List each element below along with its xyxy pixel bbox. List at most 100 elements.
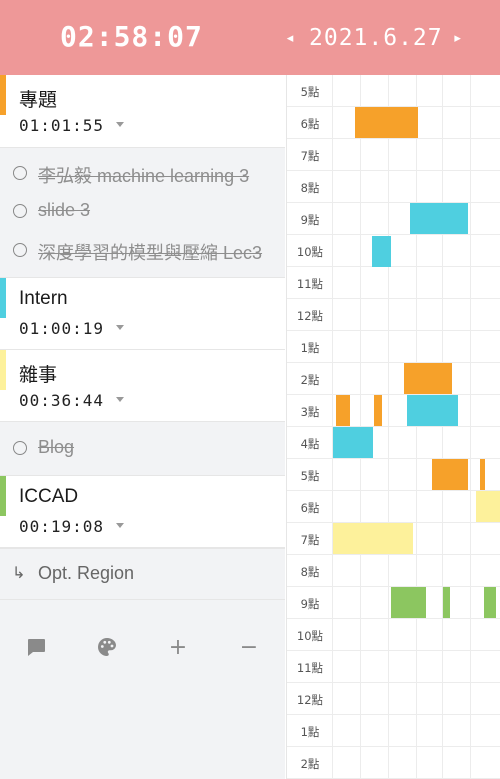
time-block[interactable] <box>391 587 426 618</box>
checkbox-circle-icon[interactable] <box>13 204 27 218</box>
hour-label: 1點 <box>300 341 320 355</box>
time-block[interactable] <box>432 459 468 490</box>
palette-icon[interactable] <box>92 632 122 662</box>
project-item-zhuanti[interactable]: 專題 01:01:55 <box>0 75 285 148</box>
task-label: Blog <box>38 437 75 457</box>
hour-label: 4點 <box>300 437 320 451</box>
hour-row: 8點 <box>287 171 500 203</box>
return-arrow-icon: ↳ <box>12 563 26 582</box>
hour-label: 7點 <box>300 149 320 163</box>
plus-icon[interactable]: + <box>163 632 193 662</box>
hour-label: 5點 <box>300 85 320 99</box>
project-name: 雜事 <box>19 365 58 386</box>
hour-row: 7點 <box>287 139 500 171</box>
time-block[interactable] <box>372 236 391 267</box>
opt-region-item[interactable]: ↳ Opt. Region <box>0 548 285 600</box>
task-item[interactable]: slide 3 <box>0 192 285 230</box>
hour-label: 8點 <box>300 565 320 579</box>
date-navigator: ◂ 2021.6.27 ▸ <box>283 22 465 54</box>
app-header: 02:58:07 ◂ 2021.6.27 ▸ <box>0 0 500 75</box>
hour-row: 2點 <box>287 747 500 779</box>
hour-label: 11點 <box>296 661 324 675</box>
hour-label: 10點 <box>296 245 324 259</box>
chevron-down-icon[interactable] <box>116 325 124 330</box>
hour-row: 2點 <box>287 363 500 395</box>
project-time: 01:01:55 <box>19 116 105 135</box>
project-time: 00:36:44 <box>19 391 105 410</box>
time-block[interactable] <box>374 395 382 426</box>
time-block[interactable] <box>404 363 452 394</box>
time-block[interactable] <box>336 395 350 426</box>
project-color-bar <box>0 476 6 516</box>
hour-row: 12點 <box>287 299 500 331</box>
task-item[interactable]: Blog <box>0 429 285 467</box>
hour-row: 3點 <box>287 395 500 427</box>
time-block[interactable] <box>476 491 500 522</box>
hour-label: 7點 <box>300 533 320 547</box>
project-item-zashi[interactable]: 雜事 00:36:44 <box>0 350 285 422</box>
project-color-bar <box>0 278 6 318</box>
timeline-panel: 5點 6點 7點 8點 9點 10點 11點 12點 1點 2點 3點 4點 5點 6點 7點 8點 9點 10點… <box>286 75 500 779</box>
hour-label: 11點 <box>296 277 324 291</box>
hour-row: 5點 <box>287 75 500 107</box>
next-day-icon[interactable]: ▸ <box>451 31 465 46</box>
chevron-down-icon[interactable] <box>116 122 124 127</box>
project-name: Intern <box>19 288 68 309</box>
hour-row: 10點 <box>287 619 500 651</box>
hour-row: 9點 <box>287 203 500 235</box>
hour-row: 11點 <box>287 651 500 683</box>
task-label: 李弘毅 machine learning 3 <box>38 166 250 186</box>
hour-label: 2點 <box>300 757 320 771</box>
project-color-bar <box>0 75 6 115</box>
hour-label: 6點 <box>300 117 320 131</box>
hour-row: 10點 <box>287 235 500 267</box>
time-block[interactable] <box>484 587 496 618</box>
current-date[interactable]: 2021.6.27 <box>309 25 443 51</box>
hour-label: 8點 <box>300 181 320 195</box>
hour-row: 1點 <box>287 715 500 747</box>
time-block[interactable] <box>410 203 468 234</box>
task-item[interactable]: 深度學習的模型與壓縮 Lec3 <box>0 231 285 269</box>
hour-label: 9點 <box>300 213 320 227</box>
hour-label: 10點 <box>296 629 324 643</box>
time-block[interactable] <box>480 459 485 490</box>
hour-label: 9點 <box>300 597 320 611</box>
hour-label: 5點 <box>300 469 320 483</box>
project-time: 00:19:08 <box>19 517 105 536</box>
hour-label: 12點 <box>296 693 324 707</box>
prev-day-icon[interactable]: ◂ <box>283 31 297 46</box>
hour-row: 12點 <box>287 683 500 715</box>
task-item[interactable]: 李弘毅 machine learning 3 <box>0 154 285 192</box>
chevron-down-icon[interactable] <box>116 523 124 528</box>
hour-row: 5點 <box>287 459 500 491</box>
hour-row: 11點 <box>287 267 500 299</box>
hour-label: 2點 <box>300 373 320 387</box>
checkbox-circle-icon[interactable] <box>13 166 27 180</box>
hour-label: 12點 <box>296 309 324 323</box>
hour-label: 3點 <box>300 405 320 419</box>
chevron-down-icon[interactable] <box>116 397 124 402</box>
project-name: ICCAD <box>19 486 79 507</box>
task-label: 深度學習的模型與壓縮 Lec3 <box>38 243 263 263</box>
comment-icon[interactable] <box>21 632 51 662</box>
hour-label: 1點 <box>300 725 320 739</box>
minus-icon[interactable]: − <box>234 632 264 662</box>
project-item-iccad[interactable]: ICCAD 00:19:08 <box>0 475 285 548</box>
bottom-toolbar: + − <box>0 632 285 662</box>
time-block[interactable] <box>355 107 418 138</box>
task-label: slide 3 <box>38 200 91 220</box>
project-name: 專題 <box>19 90 58 111</box>
time-block[interactable] <box>443 587 450 618</box>
opt-region-label: Opt. Region <box>38 563 135 583</box>
checkbox-circle-icon[interactable] <box>13 243 27 257</box>
time-block[interactable] <box>333 523 413 554</box>
project-item-intern[interactable]: Intern 01:00:19 <box>0 277 285 350</box>
checkbox-circle-icon[interactable] <box>13 441 27 455</box>
time-block[interactable] <box>333 427 373 458</box>
project-color-bar <box>0 350 6 390</box>
time-block[interactable] <box>407 395 458 426</box>
current-time: 02:58:07 <box>60 20 203 53</box>
hour-row: 6點 <box>287 491 500 523</box>
project-list-panel: 專題 01:01:55 李弘毅 machine learning 3 slide… <box>0 75 285 779</box>
project-time: 01:00:19 <box>19 319 105 338</box>
